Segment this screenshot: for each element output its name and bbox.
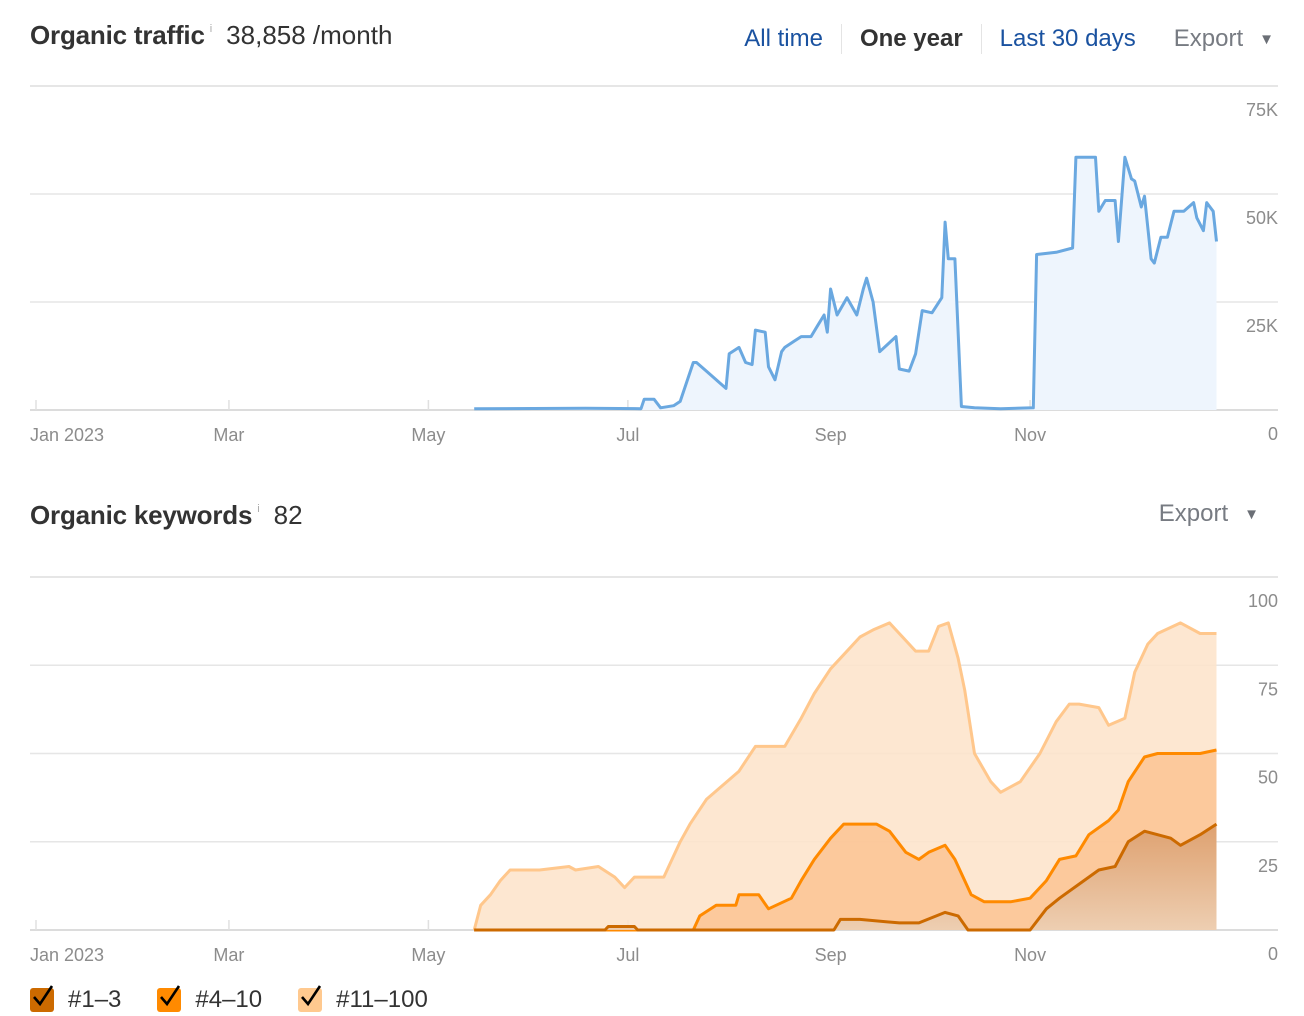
- y-tick-label: 0: [1268, 944, 1278, 964]
- legend-label: #1–3: [68, 986, 122, 1013]
- x-tick-label: Mar: [213, 425, 244, 445]
- export-label: Export: [1158, 500, 1229, 527]
- keywords-export-button[interactable]: Export ▼: [1159, 500, 1259, 528]
- x-tick-label: May: [411, 425, 445, 445]
- y-tick-label: 75K: [1246, 100, 1278, 120]
- x-tick-label: May: [411, 945, 445, 965]
- x-tick-label: Mar: [213, 945, 244, 965]
- legend-label: #4–10: [195, 986, 263, 1013]
- traffic-series-area: [474, 157, 1217, 410]
- y-tick-label: 50K: [1246, 208, 1278, 228]
- legend-label: #11–100: [336, 986, 428, 1013]
- y-tick-label: 75: [1258, 679, 1278, 699]
- x-tick-label: Jan 2023: [30, 425, 104, 445]
- x-tick-label: Nov: [1014, 945, 1046, 965]
- x-tick-label: Sep: [815, 425, 847, 445]
- x-tick-label: Nov: [1014, 425, 1046, 445]
- y-tick-label: 25: [1258, 856, 1278, 876]
- checkbox-top3[interactable]: [30, 985, 54, 1012]
- y-tick-label: 25K: [1246, 316, 1278, 336]
- check-icon: [33, 985, 54, 1007]
- check-icon: [301, 985, 322, 1007]
- x-tick-label: Jul: [616, 425, 639, 445]
- legend-item-top3[interactable]: #1–3: [30, 985, 122, 1014]
- y-tick-label: 50: [1258, 768, 1278, 788]
- y-tick-label: 100: [1248, 591, 1278, 611]
- y-tick-label: 0: [1268, 424, 1278, 444]
- keywords-chart: 0 25 50 75 100 Jan 2023 Mar May Jul Sep Nov: [30, 576, 1278, 965]
- caret-down-icon: ▼: [1244, 505, 1259, 523]
- x-tick-label: Jan 2023: [30, 945, 104, 965]
- traffic-chart: 0 25K 50K 75K Jan 2023 Mar May Jul Sep Nov: [30, 85, 1278, 445]
- keywords-title: Organic keywords: [30, 500, 253, 530]
- checkbox-top10[interactable]: [157, 985, 182, 1012]
- info-icon[interactable]: i: [257, 503, 259, 515]
- keywords-header: Organic keywords i 82: [30, 500, 303, 531]
- x-tick-label: Sep: [815, 945, 847, 965]
- keywords-legend: #1–3 #4–10 #11–100: [30, 985, 464, 1014]
- legend-item-top100[interactable]: #11–100: [298, 985, 428, 1014]
- keywords-value: 82: [273, 500, 303, 530]
- x-tick-label: Jul: [616, 945, 639, 965]
- legend-item-top10[interactable]: #4–10: [157, 985, 263, 1014]
- checkbox-top100[interactable]: [298, 985, 323, 1012]
- check-icon: [160, 985, 181, 1007]
